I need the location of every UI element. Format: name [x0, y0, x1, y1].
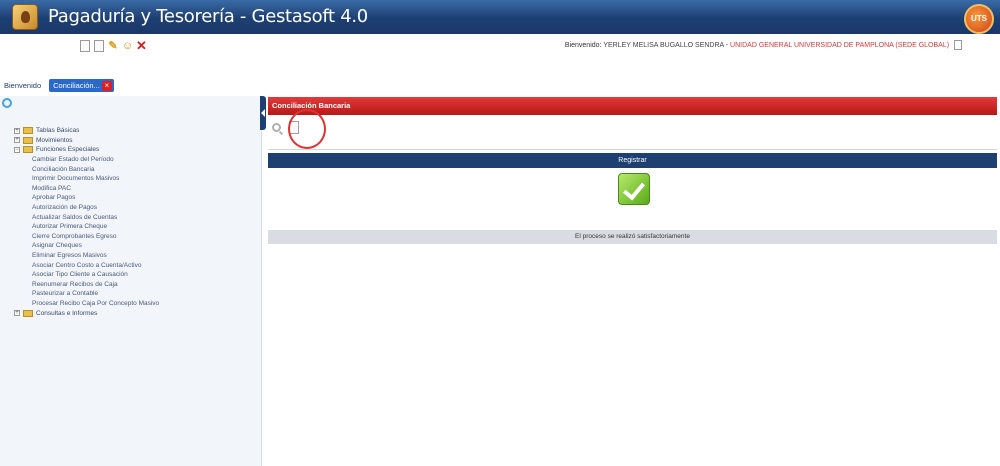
- folder-open-icon: [23, 146, 33, 154]
- tab-conciliacion[interactable]: Conciliación... ×: [49, 78, 114, 92]
- page-icon[interactable]: [80, 40, 90, 52]
- tree-group-funciones-especiales[interactable]: − Funciones Especiales: [14, 145, 159, 155]
- menu-tree: + Tablas Básicas + Movimientos − Funcion…: [14, 126, 159, 318]
- tree-item-label: Reenumerar Recibos de Caja: [32, 280, 118, 288]
- tree-item[interactable]: Autorización de Pagos: [14, 203, 159, 213]
- expand-icon[interactable]: +: [14, 310, 20, 317]
- header-toolbar: ✎ ☺ ✕: [80, 38, 147, 54]
- page-blank-icon[interactable]: [94, 40, 104, 52]
- expand-icon[interactable]: +: [14, 137, 20, 144]
- tree-item[interactable]: Procesar Recibo Caja Por Concepto Masivo: [14, 299, 159, 309]
- tree-item-label: Eliminar Egresos Masivos: [32, 252, 107, 260]
- table-header: Registrar: [268, 153, 997, 168]
- main-panel: Conciliación Bancaria Registrar El proce…: [268, 97, 997, 247]
- tree-item[interactable]: Reenumerar Recibos de Caja: [14, 280, 159, 290]
- tree-item-label: Imprimir Documentos Masivos: [32, 175, 120, 183]
- tree-item-label: Conciliación Bancaria: [32, 165, 95, 173]
- tab-close-icon[interactable]: ×: [101, 80, 112, 91]
- app-logo-icon: [12, 4, 38, 30]
- tree-group-label: Movimientos: [36, 136, 73, 144]
- tree-item[interactable]: Actualizar Saldos de Cuentas: [14, 212, 159, 222]
- tree-group-movimientos[interactable]: + Movimientos: [14, 136, 159, 146]
- tree-item[interactable]: Asignar Cheques: [14, 241, 159, 251]
- tree-item-label: Asignar Cheques: [32, 242, 82, 250]
- tree-item-label: Actualizar Saldos de Cuentas: [32, 213, 118, 221]
- tree-group-consultas[interactable]: + Consultas e Informes: [14, 308, 159, 318]
- tab-bar: Bienvenido Conciliación... ×: [0, 78, 114, 92]
- tree-item-label: Autorización de Pagos: [32, 204, 98, 212]
- tree-item[interactable]: Aprobar Pagos: [14, 193, 159, 203]
- folder-icon: [23, 127, 33, 135]
- tree-item-label: Modifica PAC: [32, 184, 71, 192]
- close-session-icon[interactable]: ✕: [136, 39, 147, 52]
- tree-item-label: Autorizar Primera Cheque: [32, 223, 108, 231]
- tree-item-label: Cierre Comprobantes Egreso: [32, 232, 117, 240]
- folder-icon: [23, 309, 33, 317]
- divider: [268, 149, 997, 150]
- success-cell: [268, 168, 997, 230]
- expand-icon[interactable]: +: [14, 127, 20, 134]
- tree-group-label: Funciones Especiales: [36, 146, 100, 154]
- tree-item[interactable]: Asociar Centro Costo a Cuenta/Activo: [14, 260, 159, 270]
- welcome-line: Bienvenido: YERLEY MELISA BUGALLO SENDRA…: [565, 40, 962, 50]
- user-unit: UNIDAD GENERAL UNIVERSIDAD DE PAMPLONA (…: [730, 41, 950, 49]
- welcome-label: Bienvenido:: [564, 41, 602, 49]
- tree-item-label: Asociar Centro Costo a Cuenta/Activo: [32, 261, 142, 269]
- tree-item[interactable]: Conciliación Bancaria: [14, 164, 159, 174]
- app-header: Pagaduría y Tesorería - Gestasoft 4.0 UT…: [0, 0, 1000, 58]
- status-message: El proceso se realizó satisfactoriamente: [268, 230, 997, 244]
- tree-item[interactable]: Imprimir Documentos Masivos: [14, 174, 159, 184]
- annotation-circle: [288, 109, 326, 149]
- tab-conciliacion-label: Conciliación...: [53, 80, 100, 90]
- folder-icon: [23, 136, 33, 144]
- tree-item-label: Cambiar Estado del Período: [32, 156, 114, 164]
- tree-item[interactable]: Pasteurizar a Contable: [14, 289, 159, 299]
- collapse-icon[interactable]: −: [14, 146, 20, 153]
- tree-item-label: Procesar Recibo Caja Por Concepto Masivo: [32, 299, 160, 307]
- tree-item[interactable]: Modifica PAC: [14, 184, 159, 194]
- search-icon[interactable]: [272, 123, 281, 132]
- users-icon[interactable]: ☺: [122, 40, 133, 52]
- title-bar: Pagaduría y Tesorería - Gestasoft 4.0 UT…: [0, 0, 1000, 34]
- user-name: YERLEY MELISA BUGALLO SENDRA -: [603, 41, 729, 49]
- sidebar: + Tablas Básicas + Movimientos − Funcion…: [0, 96, 262, 466]
- document-icon[interactable]: [954, 40, 962, 50]
- tree-group-tablas-basicas[interactable]: + Tablas Básicas: [14, 126, 159, 136]
- tree-item[interactable]: Eliminar Egresos Masivos: [14, 251, 159, 261]
- panel-title: Conciliación Bancaria: [268, 97, 997, 115]
- tree-item-label: Asociar Tipo Cliente a Causación: [32, 271, 128, 279]
- tree-item-label: Aprobar Pagos: [32, 194, 76, 202]
- edit-icon[interactable]: ✎: [108, 40, 118, 52]
- tree-group-label: Tablas Básicas: [36, 127, 80, 135]
- sidebar-collapse-handle[interactable]: [260, 96, 266, 130]
- tree-group-label: Consultas e Informes: [36, 309, 98, 317]
- tree-item-label: Pasteurizar a Contable: [32, 290, 99, 298]
- tree-item[interactable]: Cambiar Estado del Período: [14, 155, 159, 165]
- tree-item[interactable]: Asociar Tipo Cliente a Causación: [14, 270, 159, 280]
- success-check-icon: [618, 173, 650, 205]
- tree-item[interactable]: Cierre Comprobantes Egreso: [14, 232, 159, 242]
- university-logo-icon: UTS: [964, 4, 994, 34]
- tab-bienvenido[interactable]: Bienvenido: [0, 79, 45, 92]
- home-icon[interactable]: [2, 98, 12, 108]
- tree-item[interactable]: Autorizar Primera Cheque: [14, 222, 159, 232]
- app-title: Pagaduría y Tesorería - Gestasoft 4.0: [48, 6, 368, 27]
